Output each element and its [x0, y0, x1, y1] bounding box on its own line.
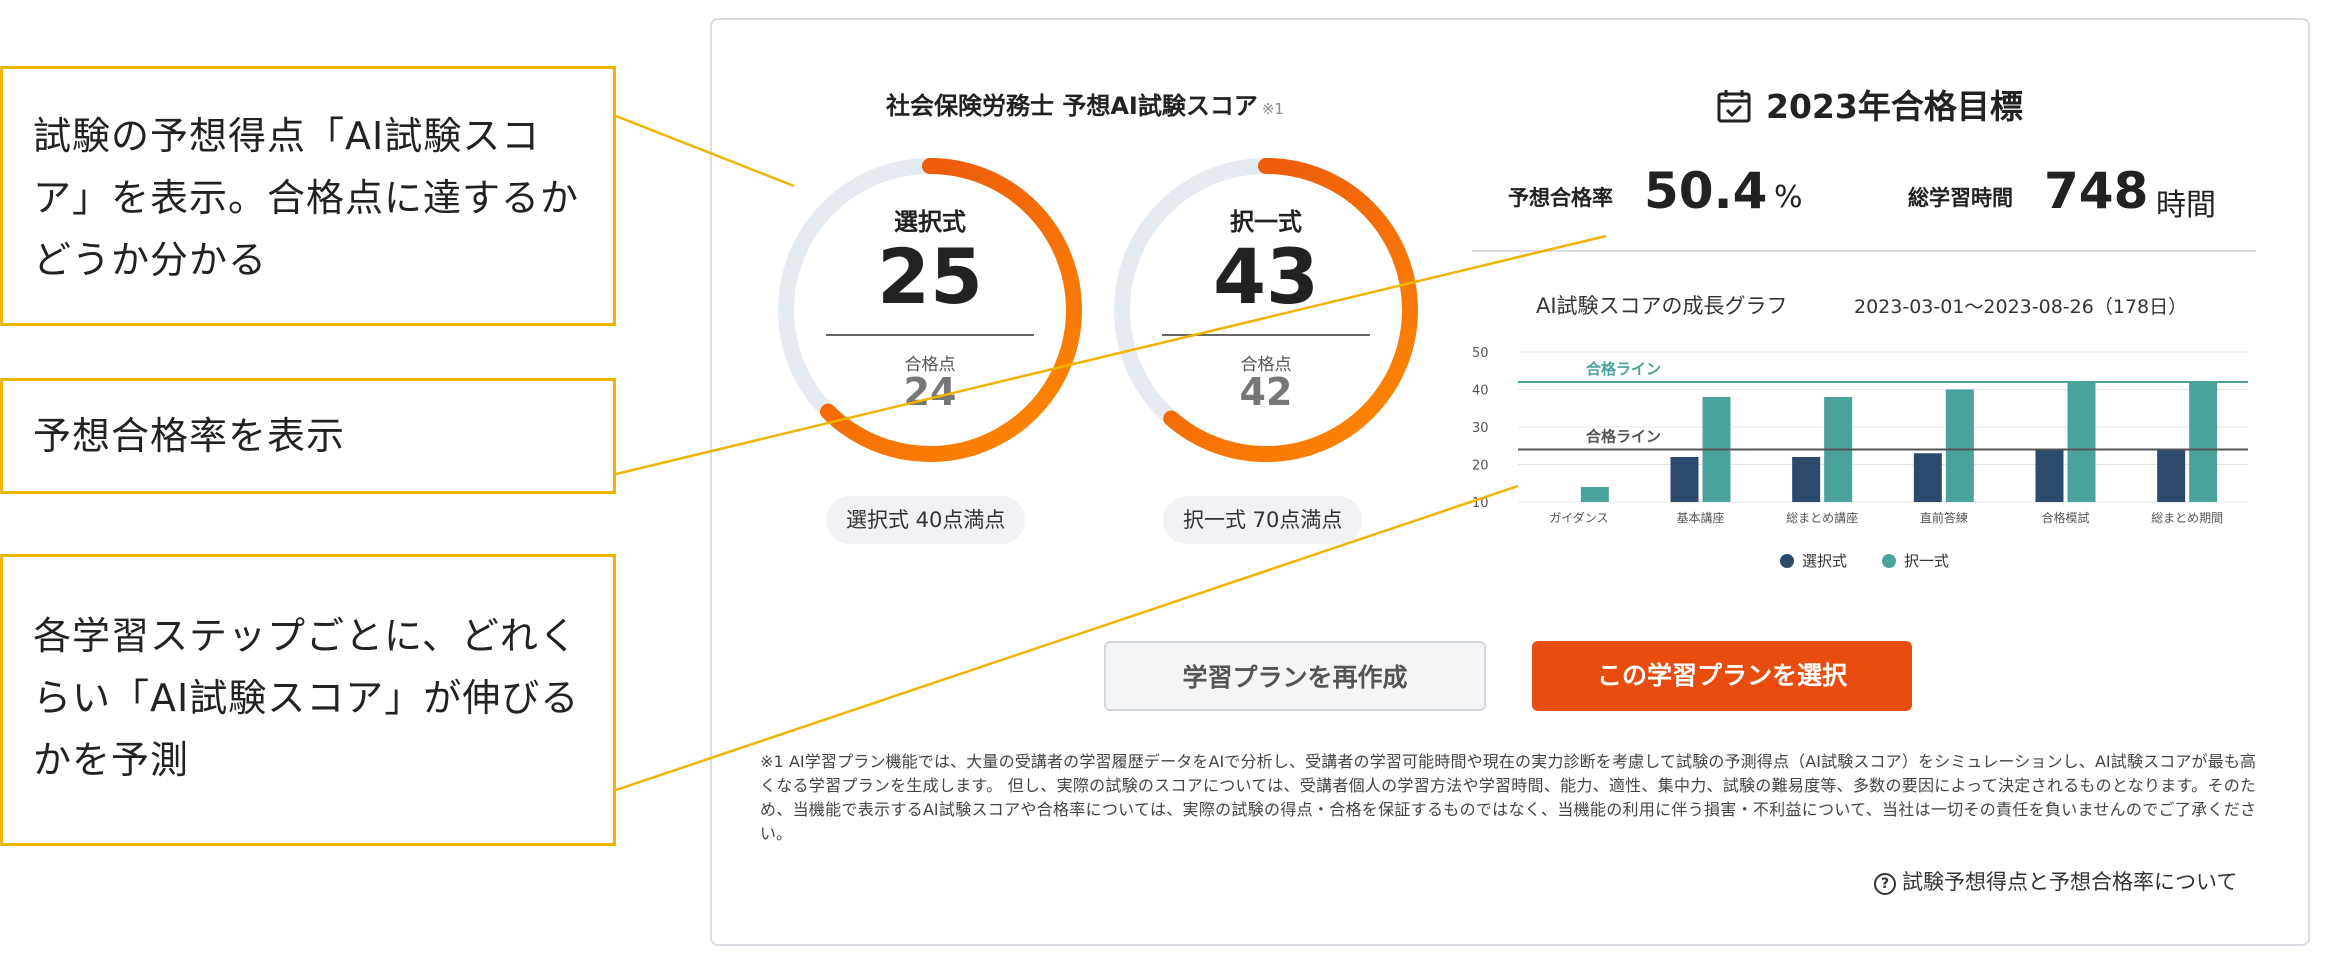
help-link[interactable]: ? 試験予想得点と予想合格率について — [1874, 866, 2237, 896]
max-score-badge: 選択式 40点満点 — [826, 496, 1026, 544]
goal-title: 2023年合格目標 — [1766, 87, 2023, 126]
gauge-takuitsu: 択一式 43 合格点 42 — [1106, 150, 1426, 470]
x-tick-label: 総まとめ講座 — [1786, 510, 1858, 525]
callout-text: 試験の予想得点「AI試験スコア」を表示。合格点に達するかどうか分かる — [33, 114, 580, 282]
bar-senntaku — [2157, 449, 2186, 502]
pass-rate-value: 50.4 — [1644, 162, 1768, 220]
callout-text: 予想合格率を表示 — [33, 414, 346, 458]
gauge-pass-score: 24 — [903, 370, 957, 414]
callout-text: 各学習ステップごとに、どれくらい「AI試験スコア」が伸びるかを予測 — [33, 614, 580, 782]
score-title-note: ※1 — [1261, 100, 1284, 118]
y-tick-label: 10 — [1472, 496, 1489, 511]
recreate-plan-button[interactable]: 学習プランを再作成 — [1104, 641, 1486, 711]
pass-line-label: 合格ライン — [1585, 428, 1661, 446]
callout-ai-score: 試験の予想得点「AI試験スコア」を表示。合格点に達するかどうか分かる — [0, 66, 616, 326]
x-tick-label: 合格模試 — [2041, 510, 2089, 525]
growth-chart: 10 20 30 40 50 ガイダンス 基本講座 総まとめ講座 直前答練 合格模試 総まとめ期間 合… — [1472, 346, 2248, 525]
chart-title: AI試験スコアの成長グラフ — [1536, 294, 1788, 318]
gauge-score: 43 — [1213, 232, 1319, 321]
pass-line-label: 合格ライン — [1585, 360, 1661, 378]
y-tick-label: 50 — [1472, 346, 1489, 361]
study-hours-unit: 時間 — [2156, 188, 2216, 223]
max-score-badge: 択一式 70点満点 — [1163, 496, 1363, 544]
study-hours-value: 748 — [2044, 162, 2149, 220]
y-tick-label: 20 — [1472, 459, 1489, 474]
gauge-pass-score: 42 — [1239, 370, 1293, 414]
y-tick-label: 40 — [1472, 384, 1489, 399]
bar-takuitsu — [2067, 382, 2096, 502]
help-link-label: 試験予想得点と予想合格率について — [1902, 870, 2238, 894]
pass-rate-unit: % — [1774, 180, 1803, 215]
disclaimer: ※1 AI学習プラン機能では、大量の受講者の学習履歴データをAIで分析し、受講者… — [760, 752, 2256, 843]
x-tick-label: 直前答練 — [1920, 510, 1968, 525]
study-hours-label: 総学習時間 — [1908, 186, 2013, 210]
pass-rate-label: 予想合格率 — [1508, 186, 1613, 210]
chart-period: 2023-03-01〜2023-08-26（178日） — [1854, 296, 2188, 318]
score-title: 社会保険労務士 予想AI試験スコア ※1 — [886, 86, 1284, 121]
legend-label: 択一式 — [1904, 552, 1950, 570]
x-tick-label: ガイダンス — [1549, 510, 1608, 525]
x-tick-label: 総まとめ期間 — [2151, 511, 2223, 525]
question-circle-icon: ? — [1874, 873, 1896, 895]
y-tick-label: 30 — [1472, 421, 1489, 436]
bar-senntaku — [1913, 453, 1942, 502]
legend-dot — [1780, 554, 1794, 568]
gauge-score: 25 — [877, 232, 983, 321]
bar-takuitsu — [2189, 382, 2218, 502]
gauge-senntaku: 選択式 25 合格点 24 — [770, 150, 1090, 470]
select-plan-button[interactable]: この学習プランを選択 — [1532, 641, 1912, 711]
legend-label: 選択式 — [1802, 552, 1848, 570]
bar-senntaku — [2035, 449, 2064, 502]
bar-takuitsu — [1580, 487, 1609, 502]
callout-growth: 各学習ステップごとに、どれくらい「AI試験スコア」が伸びるかを予測 — [0, 554, 616, 846]
calendar-check-icon — [1717, 90, 1751, 123]
legend-dot — [1882, 554, 1896, 568]
legend-item: 択一式 — [1882, 550, 1949, 571]
gauge-divider — [1162, 334, 1370, 336]
callout-pass-rate: 予想合格率を表示 — [0, 378, 616, 494]
gauge-divider — [826, 334, 1034, 336]
score-title-text: 社会保険労務士 予想AI試験スコア — [886, 92, 1258, 120]
bar-senntaku — [1670, 457, 1699, 502]
divider — [1472, 250, 2256, 252]
legend-item: 選択式 — [1780, 550, 1847, 571]
x-tick-label: 基本講座 — [1676, 510, 1724, 525]
bar-takuitsu — [1945, 389, 1974, 502]
bar-senntaku — [1792, 457, 1821, 502]
